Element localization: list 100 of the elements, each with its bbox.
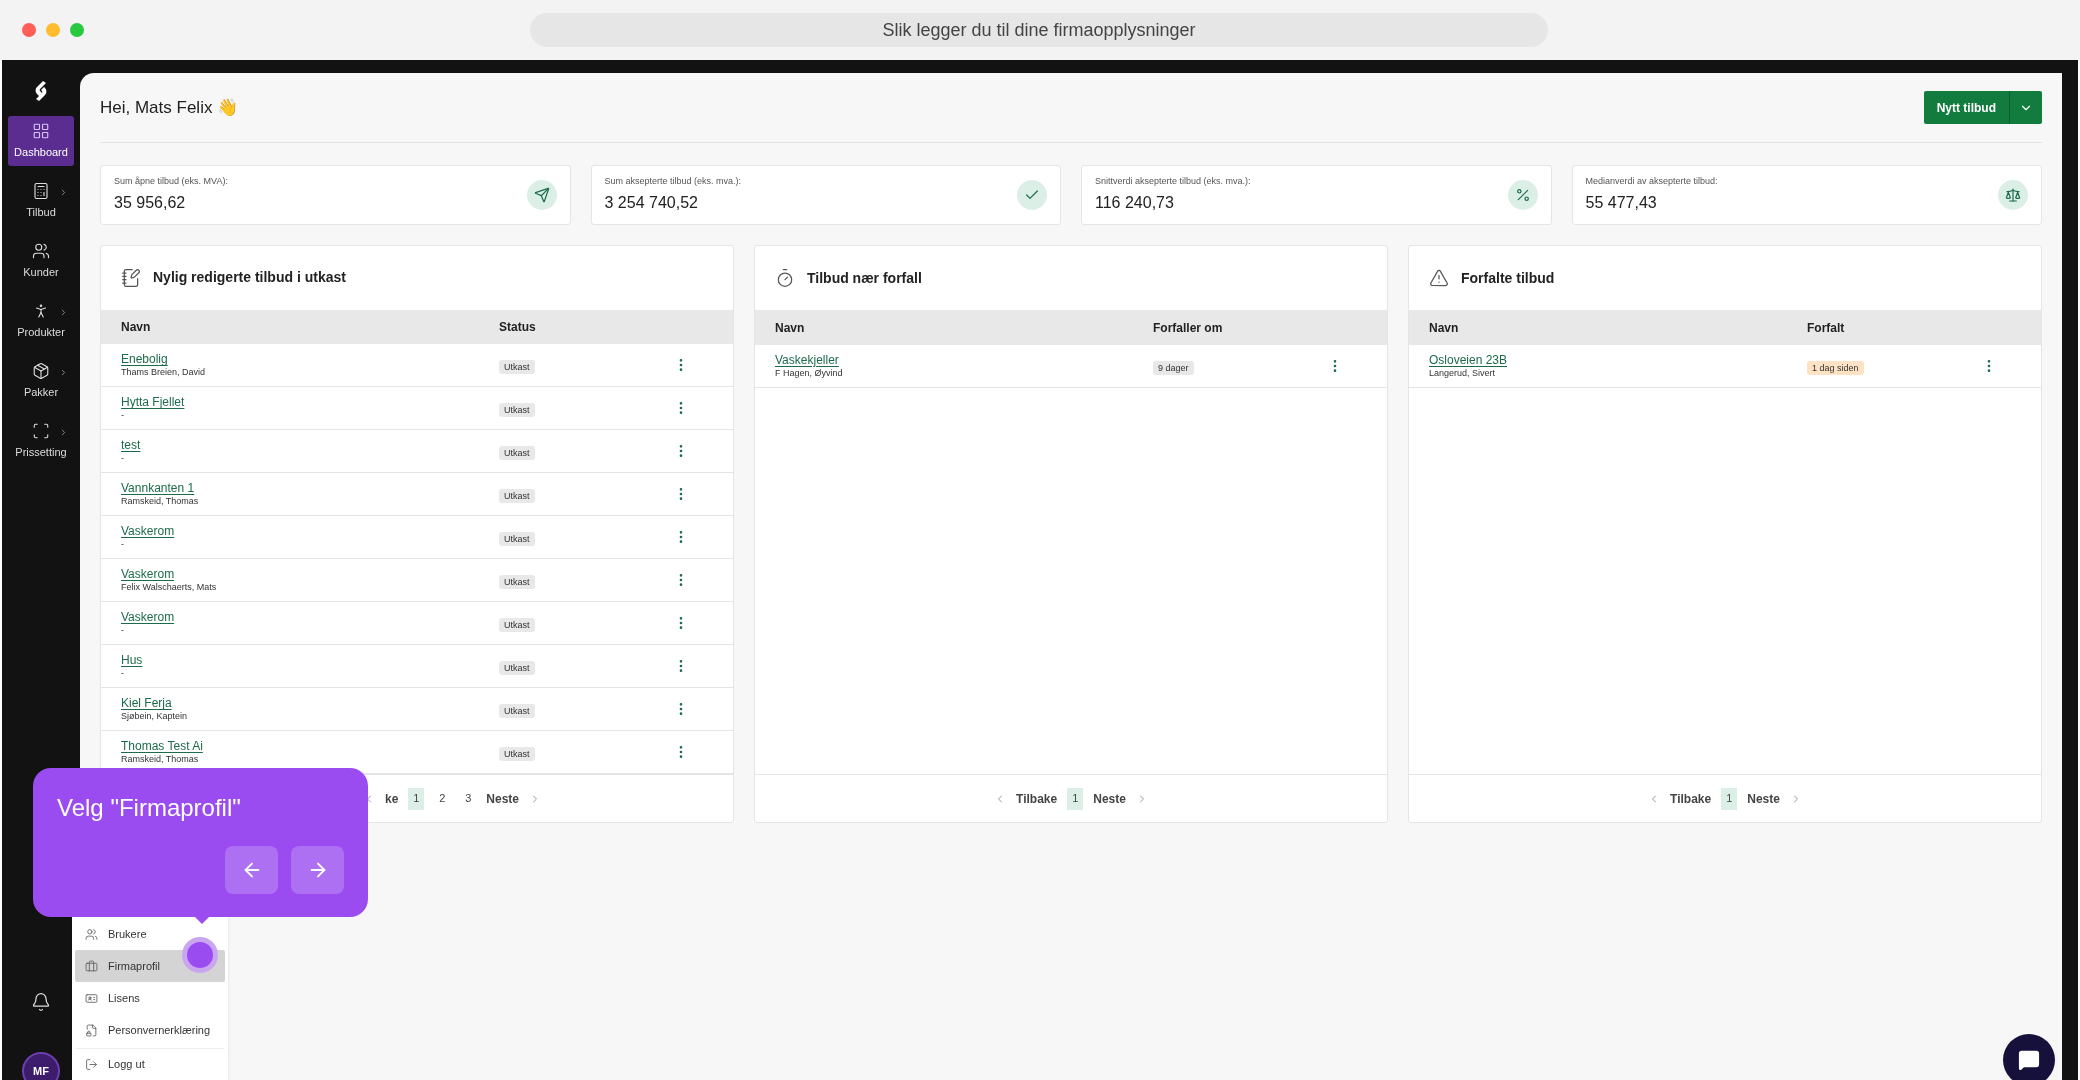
greeting: Hei, Mats Felix 👋	[100, 96, 239, 119]
grid-icon	[32, 121, 50, 140]
sidebar-item[interactable]: Pakker	[8, 356, 74, 406]
status-tag: Utkast	[499, 446, 535, 461]
status-tag: Utkast	[499, 704, 535, 719]
customer-name: -	[121, 453, 124, 465]
card-title: Tilbud nær forfall	[807, 268, 922, 288]
offer-link[interactable]: Hytta Fjellet	[121, 395, 185, 411]
status-tag: 9 dager	[1153, 361, 1194, 375]
status-tag: Utkast	[499, 747, 535, 762]
notebook-pen-icon	[121, 267, 141, 288]
sidebar-item[interactable]: Prissetting	[8, 416, 74, 466]
chat-bubble-icon	[2018, 1049, 2040, 1071]
calculator-icon	[32, 181, 50, 200]
stat-value: 55 477,43	[1585, 192, 1658, 213]
briefcase-icon	[85, 959, 98, 973]
customer-name: Sjøbein, Kaptein	[121, 711, 188, 723]
offer-link[interactable]: Vaskekjeller	[775, 352, 839, 368]
close-window-icon[interactable]	[22, 23, 36, 37]
notification-bell-icon[interactable]	[31, 992, 51, 1012]
new-offer-button[interactable]: Nytt tilbud	[1923, 91, 2009, 124]
column-header: Status	[499, 318, 536, 336]
status-tag: Utkast	[499, 575, 535, 590]
stat-label: Sum åpne tilbud (eks. MVA):	[114, 175, 228, 189]
column-header: Navn	[775, 319, 805, 337]
send-icon	[533, 187, 550, 203]
offer-link[interactable]: test	[121, 438, 141, 454]
customer-name: Felix Walschaerts, Mats	[121, 582, 217, 594]
customer-name: Langerud, Sivert	[1429, 367, 1496, 380]
sidebar-item[interactable]: Dashboard	[8, 116, 74, 166]
status-tag: Utkast	[499, 532, 535, 547]
offer-link[interactable]: Hus	[121, 653, 143, 669]
timer-icon	[775, 268, 795, 288]
menu-item[interactable]: Lisens	[75, 982, 225, 1014]
card-title: Nylig redigerte tilbud i utkast	[153, 268, 346, 288]
menu-item[interactable]: Brukere	[75, 918, 225, 950]
offer-link[interactable]: Kiel Ferja	[121, 696, 172, 712]
box-icon	[32, 361, 50, 380]
status-tag: Utkast	[499, 618, 535, 633]
address-bar[interactable]: Slik legger du til dine firmaopplysninger	[530, 13, 1548, 47]
sidebar-item[interactable]: Tilbud	[8, 176, 74, 226]
column-header: Navn	[1429, 319, 1459, 337]
menu-item[interactable]: Personvernerklæring	[75, 1014, 225, 1046]
user-avatar[interactable]: MF	[22, 1052, 60, 1080]
offer-link[interactable]: Enebolig	[121, 352, 168, 368]
offer-link[interactable]: Osloveien 23B	[1429, 352, 1508, 368]
page-button[interactable]: 1	[1721, 787, 1738, 810]
column-header: Forfaller om	[1153, 319, 1223, 337]
offer-link[interactable]: Vannkanten 1	[121, 481, 195, 497]
stat-label: Sum aksepterte tilbud (eks. mva.):	[604, 175, 742, 189]
stat-label: Medianverdi av aksepterte tilbud:	[1585, 175, 1718, 189]
scale-icon	[2005, 187, 2021, 203]
previous-page-button[interactable]: Tilbake	[1016, 789, 1058, 808]
status-tag: Utkast	[499, 403, 535, 418]
previous-page-button[interactable]: ke	[384, 789, 399, 808]
back-button[interactable]	[225, 846, 278, 894]
customer-name: Ramskeid, Thomas	[121, 496, 199, 508]
page-button[interactable]: 3	[460, 787, 477, 810]
people-icon	[32, 241, 50, 260]
next-button[interactable]	[291, 846, 344, 894]
status-tag: 1 dag siden	[1807, 361, 1864, 375]
offer-link[interactable]: Vaskerom	[121, 567, 175, 583]
next-page-button[interactable]: Neste	[486, 789, 519, 808]
stat-label: Snittverdi aksepterte tilbud (eks. mva.):	[1095, 175, 1251, 189]
offer-link[interactable]: Thomas Test Ai	[121, 739, 203, 755]
customer-name: Ramskeid, Thomas	[121, 754, 199, 766]
customer-name: -	[121, 668, 124, 680]
percent-icon	[1514, 187, 1531, 203]
status-tag: Utkast	[499, 661, 535, 676]
customer-name: F Hagen, Øyvind	[775, 367, 843, 380]
column-header: Navn	[121, 318, 151, 336]
customer-name: -	[121, 539, 124, 551]
stat-value: 116 240,73	[1095, 192, 1175, 213]
column-header: Forfalt	[1807, 319, 1845, 337]
page-button[interactable]: 1	[408, 787, 425, 810]
page-button[interactable]: 2	[434, 787, 451, 810]
tour-instruction: Velg "Firmaprofil"	[57, 793, 241, 823]
next-page-button[interactable]: Neste	[1747, 789, 1780, 808]
document-lock-icon	[85, 1023, 98, 1037]
card-title: Forfalte tilbud	[1461, 268, 1555, 288]
offer-link[interactable]: Vaskerom	[121, 610, 175, 626]
offer-link[interactable]: Vaskerom	[121, 524, 175, 540]
sidebar-item[interactable]: Kunder	[8, 236, 74, 286]
status-tag: Utkast	[499, 489, 535, 504]
logout-icon	[85, 1058, 98, 1071]
id-card-icon	[85, 991, 98, 1005]
people-icon	[85, 927, 98, 941]
scan-icon	[32, 421, 50, 440]
customer-name: -	[121, 625, 124, 637]
customer-name: Thams Breien, David	[121, 367, 206, 379]
customer-name: -	[121, 410, 124, 422]
stat-value: 35 956,62	[114, 192, 187, 213]
menu-item[interactable]: Logg ut	[75, 1048, 225, 1080]
stat-value: 3 254 740,52	[604, 192, 699, 213]
status-tag: Utkast	[499, 360, 535, 375]
sidebar-item[interactable]: Produkter	[8, 296, 74, 346]
page-button[interactable]: 1	[1067, 787, 1084, 810]
next-page-button[interactable]: Neste	[1093, 789, 1126, 808]
warning-icon	[1429, 268, 1449, 288]
previous-page-button[interactable]: Tilbake	[1670, 789, 1712, 808]
